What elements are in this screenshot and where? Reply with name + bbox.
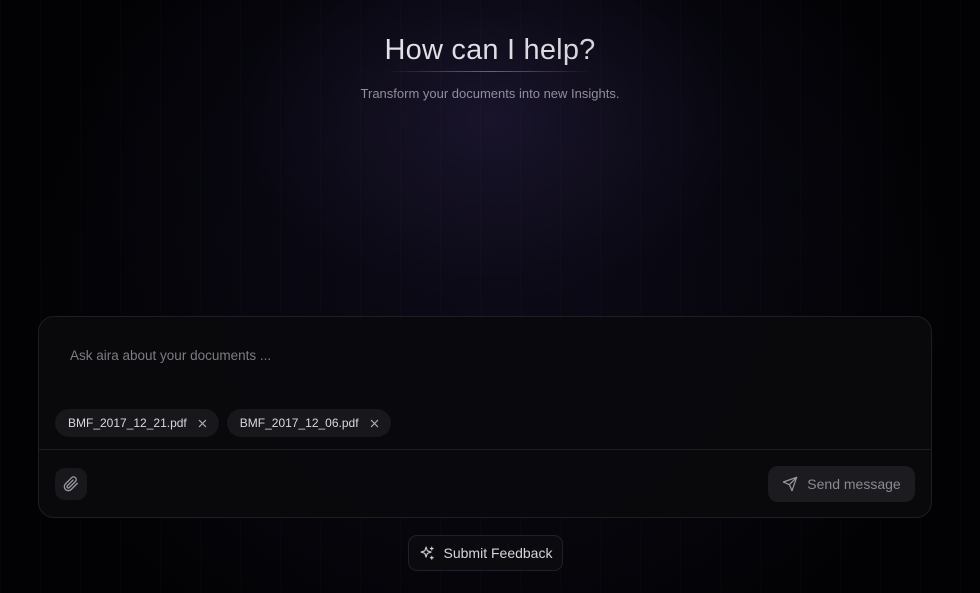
close-icon[interactable]	[369, 417, 381, 429]
chat-composer: BMF_2017_12_21.pdf BMF_2017_12_06.pdf	[38, 316, 932, 518]
attachment-name: BMF_2017_12_21.pdf	[68, 416, 187, 430]
attachment-chip: BMF_2017_12_21.pdf	[55, 409, 219, 437]
attachment-chip: BMF_2017_12_06.pdf	[226, 409, 391, 437]
sparkles-icon	[419, 545, 436, 562]
send-message-button[interactable]: Send message	[768, 466, 915, 502]
attachment-list: BMF_2017_12_21.pdf BMF_2017_12_06.pdf	[55, 409, 391, 437]
submit-feedback-button[interactable]: Submit Feedback	[408, 535, 563, 571]
send-icon	[782, 476, 798, 492]
page-subtitle: Transform your documents into new Insigh…	[360, 86, 620, 101]
feedback-label: Submit Feedback	[443, 545, 553, 561]
send-button-label: Send message	[807, 476, 901, 492]
hero-header: How can I help?	[0, 30, 980, 74]
paperclip-icon	[63, 476, 79, 492]
close-icon[interactable]	[197, 417, 209, 429]
page-title: How can I help?	[0, 30, 980, 70]
composer-divider	[39, 449, 931, 450]
message-input[interactable]	[70, 343, 900, 367]
page: How can I help? Transform your documents…	[0, 0, 980, 593]
attach-file-button[interactable]	[55, 468, 87, 500]
title-underline	[386, 71, 592, 72]
attachment-name: BMF_2017_12_06.pdf	[239, 416, 359, 430]
